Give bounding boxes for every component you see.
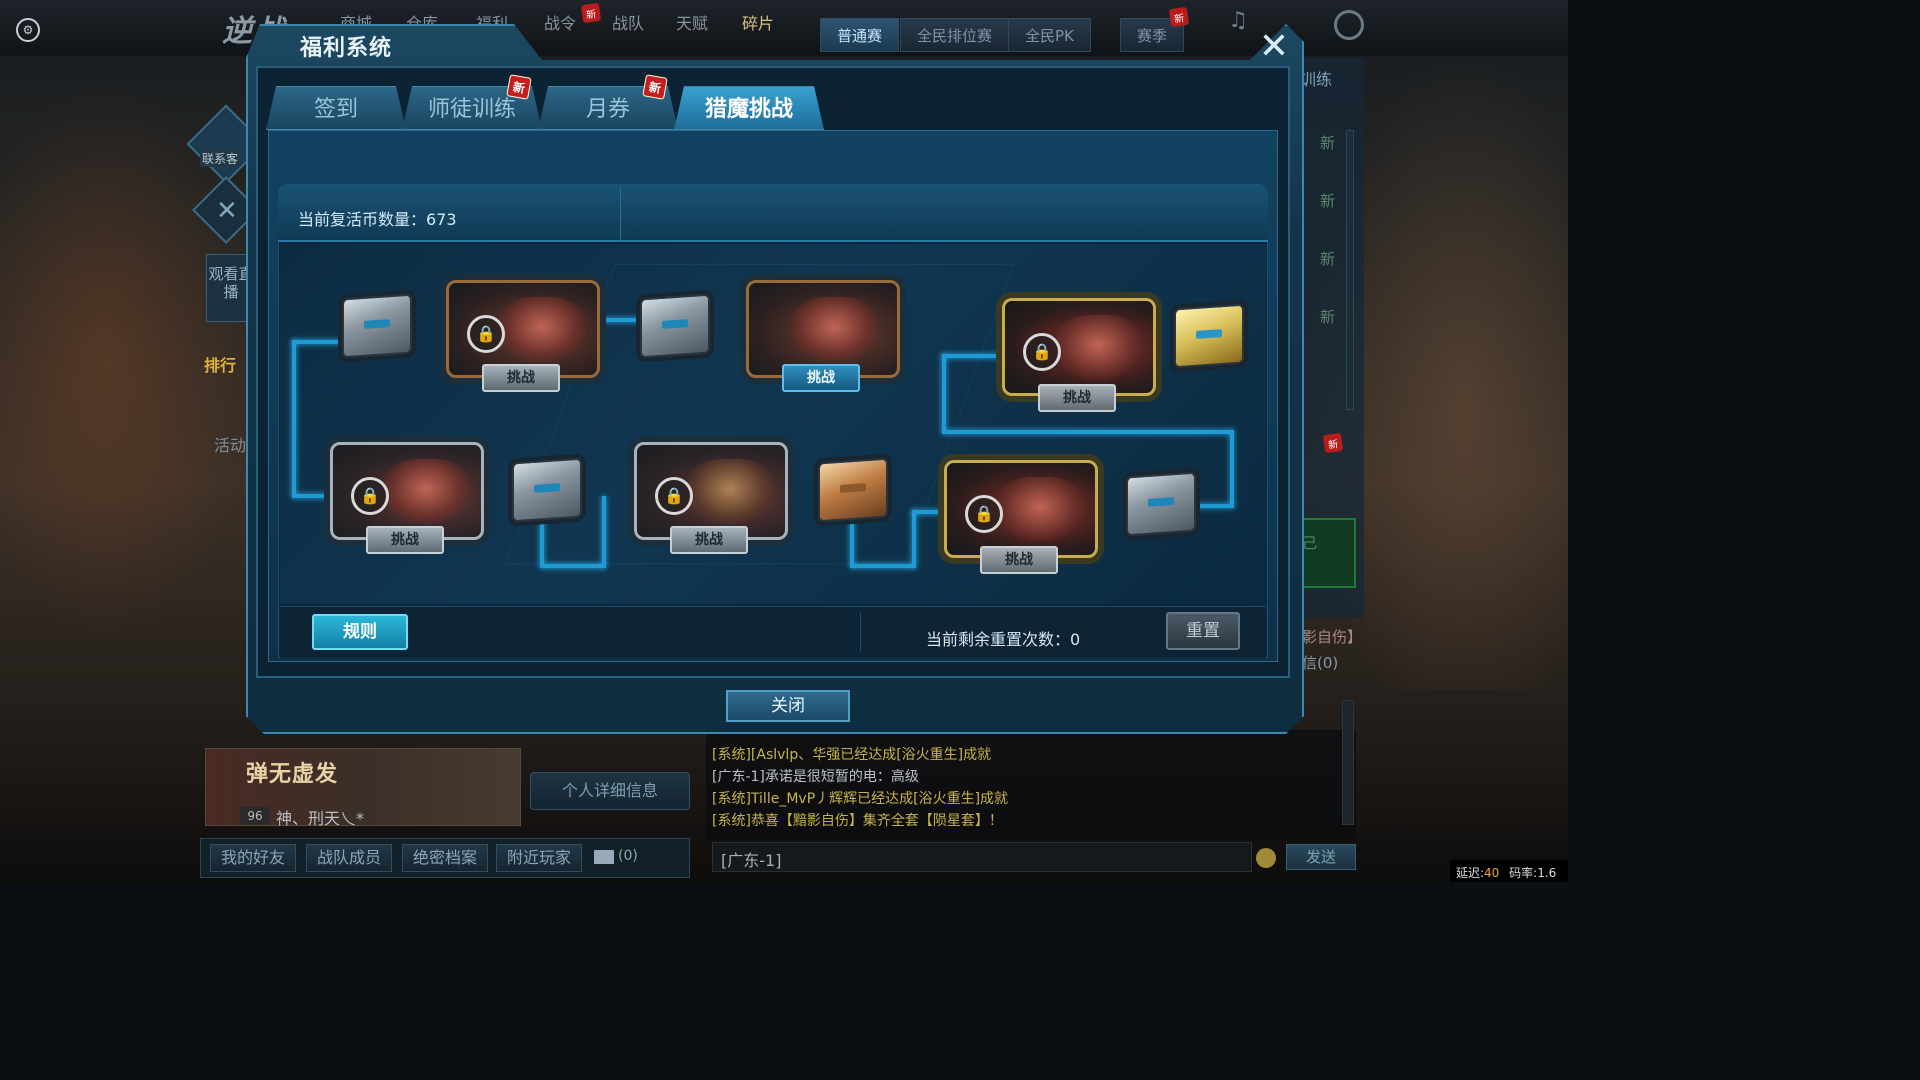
path-line: [292, 340, 296, 496]
close-button[interactable]: 关闭: [726, 690, 850, 722]
revive-coin-count: 当前复活币数量：673: [298, 210, 457, 229]
green-action-box[interactable]: [1300, 518, 1356, 588]
boss-card[interactable]: 🔒: [1002, 298, 1156, 396]
challenge-button[interactable]: 挑战: [980, 546, 1058, 574]
board-footer: [280, 606, 1266, 658]
tab-ranked-match[interactable]: 全民排位赛: [900, 18, 1010, 52]
lock-icon: 🔒: [965, 495, 1003, 533]
crossed-swords-icon: ✕: [216, 196, 238, 226]
right-new-tag: 新: [1320, 192, 1336, 210]
new-badge: 新: [642, 74, 668, 100]
nav-fragments[interactable]: 碎片: [742, 10, 774, 34]
chat-line: [广东-1]承诺是很短暂的电：高级: [712, 769, 919, 785]
chat-scrollbar[interactable]: [1342, 700, 1354, 825]
nav-team[interactable]: 战队: [612, 10, 644, 34]
path-line: [598, 318, 642, 322]
path-line: [912, 510, 942, 514]
silver-chest[interactable]: [342, 293, 412, 359]
nav-talent[interactable]: 天赋: [676, 10, 708, 34]
new-badge: 新: [1322, 432, 1344, 454]
emoji-icon[interactable]: [1256, 848, 1276, 868]
nav-battle-pass[interactable]: 战令: [544, 10, 576, 34]
music-icon[interactable]: ♫: [1228, 8, 1248, 33]
settings-icon[interactable]: ⚙: [16, 18, 40, 42]
challenge-button[interactable]: 挑战: [782, 364, 860, 392]
right-panel-scrollbar[interactable]: [1346, 130, 1354, 410]
right-text-1: 影自伤】: [1302, 628, 1363, 646]
path-line: [912, 510, 916, 568]
mail-icon[interactable]: [594, 850, 614, 864]
path-line: [292, 340, 344, 344]
tab-sign-in[interactable]: 签到: [266, 86, 406, 130]
right-new-tag: 新: [1320, 250, 1336, 268]
footer-divider: [860, 612, 861, 652]
reset-count-label: 当前剩余重置次数：0: [926, 630, 1081, 649]
new-badge: 新: [506, 74, 532, 100]
new-badge: 新: [1168, 6, 1190, 28]
path-line: [540, 564, 604, 568]
chat-line: [系统]恭喜【黯影自伤】集齐全套【陨星套】！: [712, 813, 1003, 829]
path-line: [540, 520, 544, 566]
latency-value: 40: [1484, 866, 1500, 880]
path-line: [942, 354, 1000, 358]
new-badge: 新: [580, 2, 602, 24]
challenge-button[interactable]: 挑战: [366, 526, 444, 554]
tab-demon-hunt[interactable]: 猎魔挑战: [674, 86, 824, 130]
lock-icon: 🔒: [351, 477, 389, 515]
reset-button[interactable]: 重置: [1166, 612, 1240, 650]
chat-line: [系统]Tille_MvP丿辉辉已经达成[浴火重生]成就: [712, 791, 1009, 807]
bronze-chest[interactable]: [818, 457, 888, 523]
challenge-button[interactable]: 挑战: [1038, 384, 1116, 412]
silver-chest[interactable]: [1126, 471, 1196, 537]
path-line: [850, 564, 914, 568]
path-line: [1230, 430, 1234, 506]
path-line: [850, 520, 854, 566]
close-icon[interactable]: ✕: [1254, 28, 1294, 68]
latency-label: 延迟:: [1456, 866, 1485, 880]
silver-chest[interactable]: [640, 293, 710, 359]
player-title: 神、刑天乀*: [276, 809, 365, 828]
player-detail-button[interactable]: 个人详细信息: [530, 772, 690, 810]
tab-friends[interactable]: 我的好友: [210, 844, 297, 872]
path-line: [942, 354, 946, 432]
right-panel-title: 训练: [1300, 70, 1333, 89]
challenge-button[interactable]: 挑战: [482, 364, 560, 392]
bitrate: 码率:1.6: [1509, 866, 1557, 880]
tab-nearby-players[interactable]: 附近玩家: [496, 844, 583, 872]
lock-icon: 🔒: [1023, 333, 1061, 371]
tab-pk[interactable]: 全民PK: [1008, 18, 1091, 52]
tab-secret-files[interactable]: 绝密档案: [402, 844, 489, 872]
boss-card[interactable]: 🔒: [944, 460, 1098, 558]
dialog-title: 福利系统: [300, 36, 393, 61]
player-name: 弹无虚发: [246, 762, 339, 787]
mail-count: (0): [618, 848, 638, 864]
network-status: 延迟:40 码率:1.6: [1450, 860, 1568, 882]
chat-line: [系统][Aslvlp、华强已经达成[浴火重生]成就: [712, 747, 992, 763]
contact-service-label: 联系客: [200, 150, 241, 167]
activity-button[interactable]: 活动: [214, 432, 246, 456]
chat-input[interactable]: [广东-1]: [712, 842, 1252, 872]
green-box-text: 己: [1302, 534, 1318, 552]
ranking-button[interactable]: 排行: [204, 352, 236, 376]
tab-team-members[interactable]: 战队成员: [306, 844, 393, 872]
path-line: [942, 430, 1232, 434]
path-line: [292, 494, 332, 498]
tab-normal-match[interactable]: 普通赛: [820, 18, 900, 52]
send-button[interactable]: 发送: [1286, 844, 1356, 870]
gold-chest[interactable]: [1174, 303, 1244, 369]
right-text-2: 信(0): [1302, 654, 1339, 672]
path-line: [602, 496, 606, 568]
player-level: 96: [240, 807, 270, 825]
rules-button[interactable]: 规则: [312, 614, 408, 650]
lock-icon: 🔒: [467, 315, 505, 353]
power-icon[interactable]: [1334, 10, 1364, 40]
path-line: [1196, 504, 1234, 508]
silver-chest[interactable]: [512, 457, 582, 523]
lock-icon: 🔒: [655, 477, 693, 515]
challenge-button[interactable]: 挑战: [670, 526, 748, 554]
right-new-tag: 新: [1320, 308, 1336, 326]
right-new-tag: 新: [1320, 134, 1336, 152]
